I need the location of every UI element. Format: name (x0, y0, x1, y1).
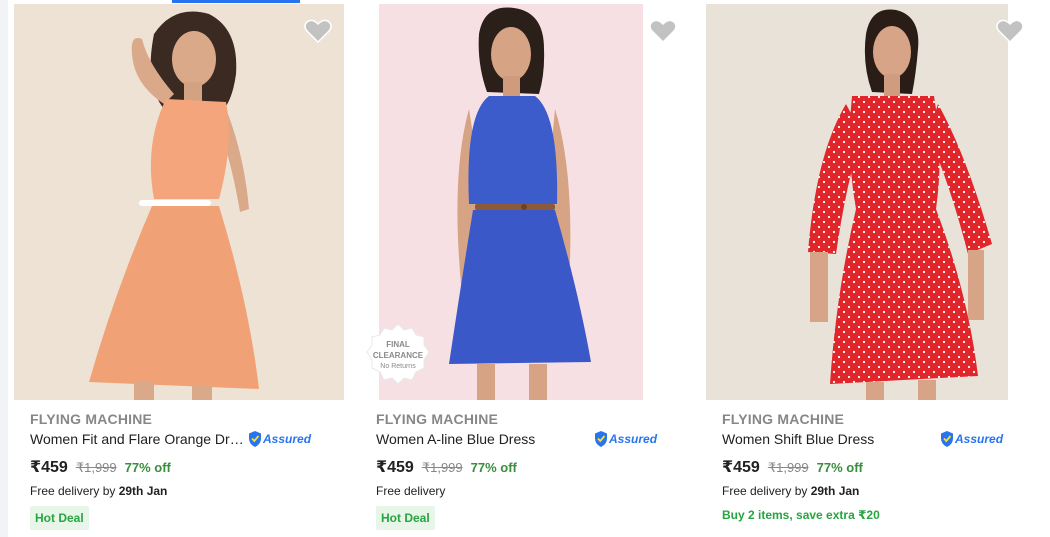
clearance-text: FINAL CLEARANCE No Returns (366, 339, 430, 372)
selling-price: ₹459 (722, 459, 760, 476)
assured-shield-icon (249, 431, 261, 447)
heart-icon (996, 19, 1024, 44)
assured-label: Assured (955, 432, 1004, 446)
heart-icon (304, 19, 332, 44)
hot-deal-tag: Hot Deal (376, 506, 435, 530)
original-price: ₹1,999 (75, 460, 117, 475)
product-photo-red-dress (706, 4, 1008, 400)
hot-deal-tag: Hot Deal (30, 506, 89, 530)
price-row: ₹459 ₹1,999 77% off (376, 457, 517, 477)
product-grid-page: FLYING MACHINE Women Fit and Flare Orang… (0, 0, 1050, 537)
product-brand: FLYING MACHINE (30, 411, 153, 427)
product-title[interactable]: Women A-line Blue Dress (376, 431, 594, 447)
bundle-offer: Buy 2 items, save extra ₹20 (722, 508, 880, 522)
product-brand: FLYING MACHINE (722, 411, 845, 427)
left-edge (0, 0, 8, 537)
clearance-line1: FINAL (386, 340, 410, 349)
discount-percent: 77% off (816, 460, 863, 475)
assured-shield-icon (595, 431, 607, 447)
clearance-line3: No Returns (380, 363, 416, 370)
discount-percent: 77% off (124, 460, 171, 475)
original-price: ₹1,999 (767, 460, 809, 475)
assured-badge: Assured (939, 430, 1003, 448)
clearance-line2: CLEARANCE (372, 351, 424, 360)
price-row: ₹459 ₹1,999 77% off (30, 457, 171, 477)
product-title[interactable]: Women Fit and Flare Orange Dre... (30, 431, 248, 447)
product-image[interactable] (706, 4, 1008, 400)
heart-icon (649, 19, 677, 44)
selling-price: ₹459 (376, 459, 414, 476)
delivery-label: Free delivery (376, 484, 446, 498)
delivery-info: Free delivery (376, 484, 445, 498)
assured-label: Assured (263, 432, 312, 446)
delivery-label: Free delivery by (722, 484, 811, 498)
product-card[interactable]: FLYING MACHINE Women Fit and Flare Orang… (14, 0, 356, 537)
delivery-info: Free delivery by 29th Jan (30, 484, 167, 498)
delivery-info: Free delivery by 29th Jan (722, 484, 859, 498)
wishlist-button[interactable] (304, 18, 332, 44)
product-title[interactable]: Women Shift Blue Dress (722, 431, 940, 447)
price-row: ₹459 ₹1,999 77% off (722, 457, 863, 477)
assured-badge: Assured (247, 430, 311, 448)
product-card[interactable]: FINAL CLEARANCE No Returns FLYING MACHIN… (360, 0, 702, 537)
product-card[interactable]: FLYING MACHINE Women Shift Blue Dress As… (706, 0, 1048, 537)
delivery-label: Free delivery by (30, 484, 119, 498)
product-brand: FLYING MACHINE (376, 411, 499, 427)
assured-badge: Assured (593, 430, 657, 448)
product-photo-orange-dress (14, 4, 344, 400)
wishlist-button[interactable] (996, 18, 1024, 44)
product-image[interactable] (14, 4, 344, 400)
assured-shield-icon (941, 431, 953, 447)
delivery-date: 29th Jan (118, 484, 168, 498)
final-clearance-badge: FINAL CLEARANCE No Returns (366, 322, 430, 386)
selling-price: ₹459 (30, 459, 68, 476)
discount-percent: 77% off (470, 460, 517, 475)
assured-label: Assured (609, 432, 658, 446)
wishlist-button[interactable] (649, 18, 677, 44)
original-price: ₹1,999 (421, 460, 463, 475)
delivery-date: 29th Jan (810, 484, 860, 498)
